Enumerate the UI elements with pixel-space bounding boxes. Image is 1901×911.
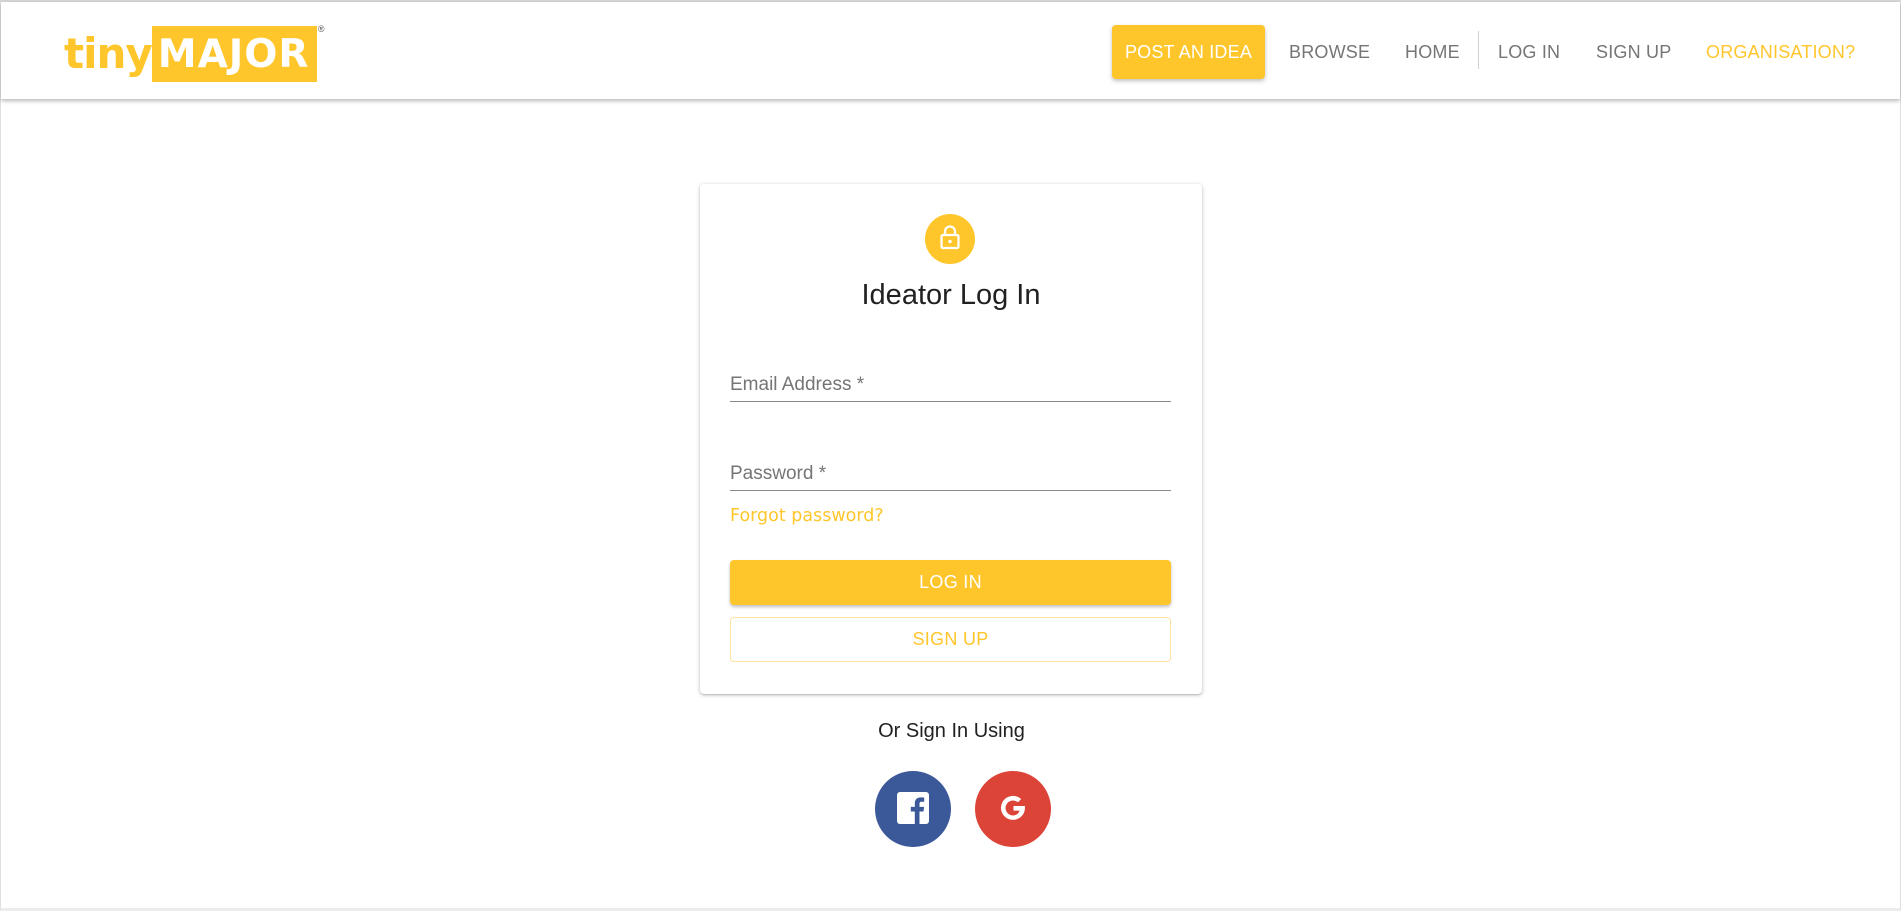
lock-avatar (925, 214, 975, 264)
google-signin-button[interactable] (975, 771, 1051, 847)
password-input[interactable] (730, 458, 1171, 490)
post-idea-button[interactable]: POST AN IDEA (1112, 25, 1265, 79)
nav-home-link[interactable]: HOME (1405, 25, 1460, 79)
nav-signup-link[interactable]: SIGN UP (1596, 25, 1671, 79)
nav-divider (1478, 31, 1479, 69)
app-header: tiny MAJOR ® POST AN IDEA BROWSE HOME LO… (1, 2, 1900, 99)
signup-button[interactable]: SIGN UP (730, 617, 1171, 662)
page: tiny MAJOR ® POST AN IDEA BROWSE HOME LO… (0, 0, 1901, 911)
password-field-wrapper (730, 441, 1171, 491)
email-field-wrapper (730, 352, 1171, 402)
login-title: Ideator Log In (861, 279, 1041, 311)
forgot-password-link[interactable]: Forgot password? (730, 506, 884, 526)
login-card: Ideator Log In Forgot password? LOG IN S… (700, 184, 1202, 694)
login-button[interactable]: LOG IN (730, 560, 1171, 605)
email-input[interactable] (730, 369, 1171, 401)
lock-icon (938, 224, 962, 255)
nav-organisation-link[interactable]: ORGANISATION? (1706, 25, 1855, 79)
nav-login-link[interactable]: LOG IN (1498, 25, 1560, 79)
facebook-icon (896, 791, 930, 828)
social-signin-label: Or Sign In Using (878, 720, 1025, 742)
facebook-signin-button[interactable] (875, 771, 951, 847)
top-nav: POST AN IDEA BROWSE HOME LOG IN SIGN UP … (1, 2, 1900, 99)
nav-browse-link[interactable]: BROWSE (1289, 25, 1370, 79)
google-icon (994, 789, 1032, 830)
